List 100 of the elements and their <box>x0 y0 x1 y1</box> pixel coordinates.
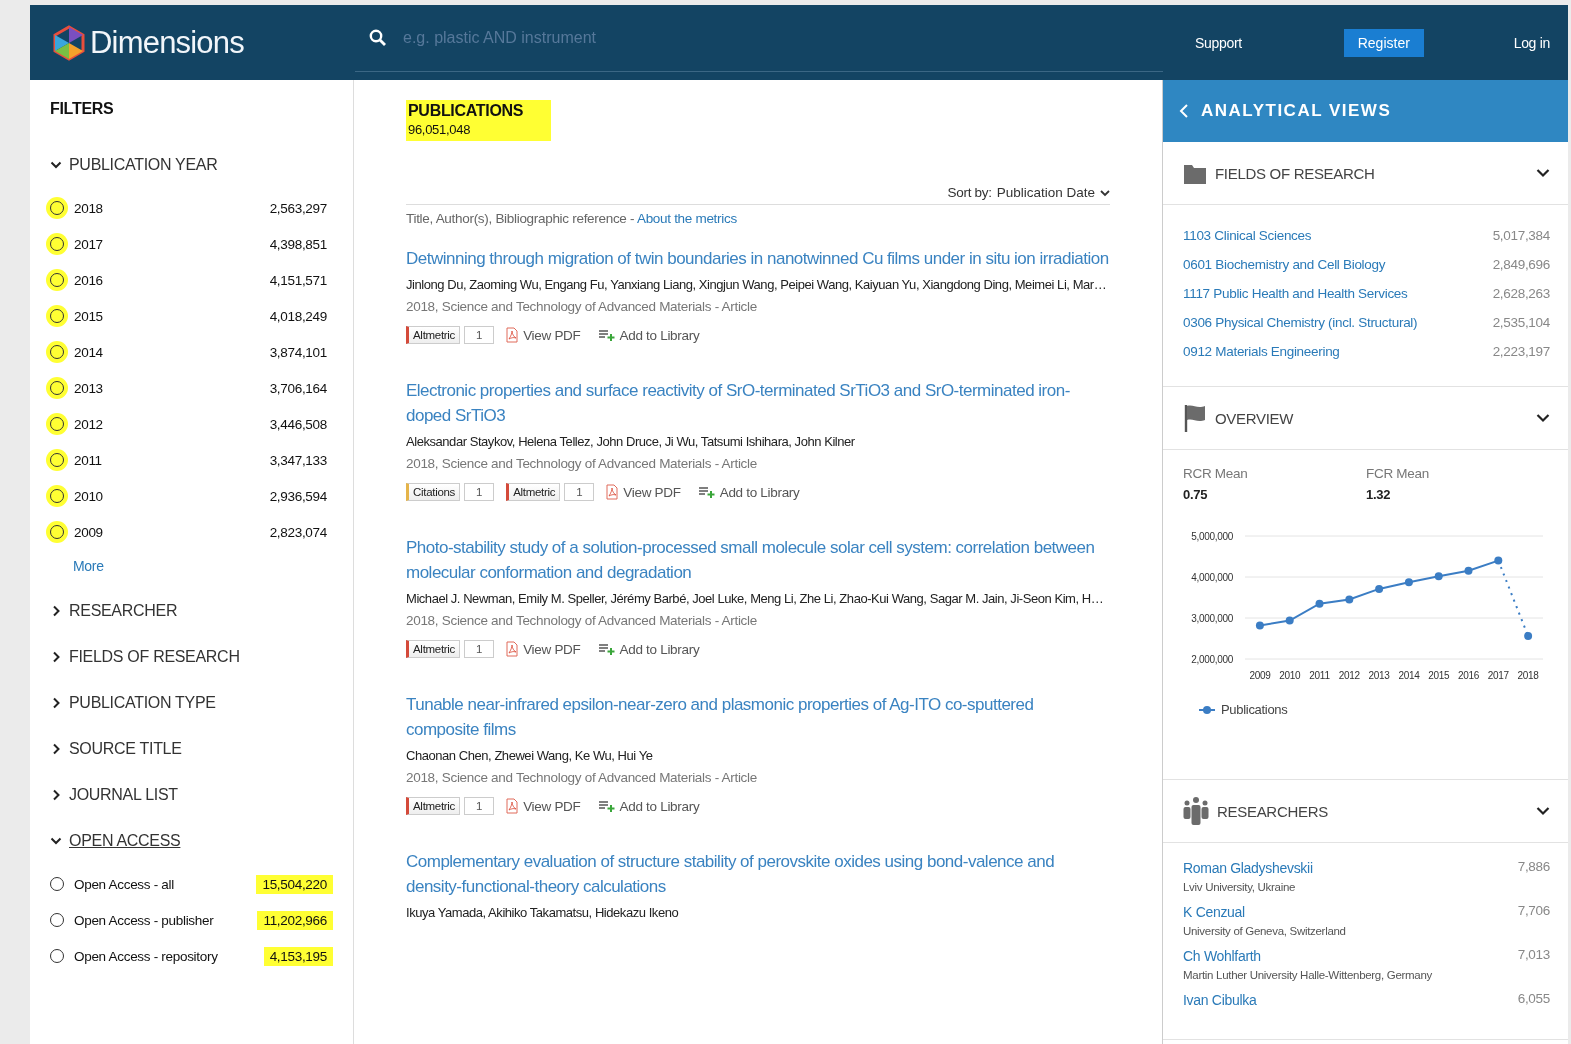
researcher-link[interactable]: K Cenzual <box>1183 904 1245 920</box>
radio-button[interactable] <box>50 309 64 323</box>
filter-option[interactable]: Open Access - repository 4,153,195 <box>50 938 353 974</box>
altmetric-badge[interactable]: Altmetric <box>406 640 461 658</box>
radio-button[interactable] <box>50 489 64 503</box>
field-link[interactable]: 0601 Biochemistry and Cell Biology <box>1183 257 1386 272</box>
option-count: 2,936,594 <box>268 487 328 506</box>
add-to-library-link[interactable]: Add to Library <box>598 641 700 657</box>
flag-icon <box>1183 403 1207 433</box>
chevron-down-icon <box>1536 413 1550 423</box>
option-label: Open Access - repository <box>74 948 219 964</box>
filter-option[interactable]: 2018 2,563,297 <box>50 190 353 226</box>
publication-meta: 2018, Science and Technology of Advanced Materials - Article <box>406 456 758 471</box>
filter-option[interactable]: 2015 4,018,249 <box>50 298 353 334</box>
publication-title-link[interactable]: Complementary evaluation of structure stability of perovskite oxides using bond-valence and density-functional-theory calculations <box>406 849 1110 899</box>
data-point <box>1404 578 1413 587</box>
search-icon <box>369 29 387 47</box>
axis-label: 2018 <box>1517 670 1539 681</box>
data-point <box>1464 566 1473 575</box>
researcher-count: 6,055 <box>1517 991 1550 1008</box>
results-count: 96,051,048 <box>408 122 472 137</box>
panel-header[interactable]: FIELDS OF RESEARCH <box>1163 142 1568 205</box>
nav-link[interactable]: Log in <box>1513 34 1550 51</box>
analytical-views-header[interactable]: ANALYTICAL VIEWS <box>1163 80 1568 142</box>
filter-option[interactable]: 2013 3,706,164 <box>50 370 353 406</box>
more-link[interactable]: More <box>73 558 353 574</box>
legend-item[interactable]: Publications <box>1199 702 1550 717</box>
badge-count: 1 <box>464 483 495 501</box>
researcher-link[interactable]: Ch Wohlfarth <box>1183 948 1261 964</box>
citations-badge[interactable]: Citations <box>406 483 461 501</box>
option-label: 2009 <box>74 524 104 540</box>
data-point <box>1524 632 1533 641</box>
panel-header[interactable]: OVERVIEW <box>1163 387 1568 450</box>
altmetric-badge[interactable]: Altmetric <box>406 797 461 815</box>
filter-option[interactable]: Open Access - publisher 11,202,966 <box>50 902 353 938</box>
publication-title-link[interactable]: Electronic properties and surface reactivity of SrO-terminated SrTiO3 and SrO-terminated iron-doped SrTiO3 <box>406 378 1110 428</box>
filter-option[interactable]: 2009 2,823,074 <box>50 514 353 550</box>
field-link[interactable]: 1103 Clinical Sciences <box>1183 228 1312 243</box>
option-label: Open Access - all <box>74 876 175 892</box>
about-metrics-link[interactable]: About the metrics <box>636 211 737 226</box>
option-count: 4,151,571 <box>268 271 328 290</box>
option-count: 3,874,101 <box>268 343 328 362</box>
view-pdf-link[interactable]: View PDF <box>506 327 581 343</box>
filter-option[interactable]: 2016 4,151,571 <box>50 262 353 298</box>
sort-dropdown[interactable]: Publication Date <box>996 185 1110 200</box>
filter-option[interactable]: Open Access - all 15,504,220 <box>50 866 353 902</box>
option-label: 2014 <box>74 344 104 360</box>
filter-option[interactable]: 2011 3,347,133 <box>50 442 353 478</box>
affiliation-text: Lviv University, Ukraine <box>1183 881 1297 893</box>
filter-option[interactable]: 2014 3,874,101 <box>50 334 353 370</box>
pdf-icon <box>506 327 519 343</box>
filter-section-toggle[interactable]: OPEN ACCESS <box>50 832 353 850</box>
filter-option[interactable]: 2010 2,936,594 <box>50 478 353 514</box>
axis-label: 2014 <box>1398 670 1420 681</box>
register-button[interactable]: Register <box>1343 28 1424 57</box>
filter-option[interactable]: 2017 4,398,851 <box>50 226 353 262</box>
filter-section-toggle[interactable]: FIELDS OF RESEARCH <box>50 648 353 666</box>
researcher-link[interactable]: Roman Gladyshevskii <box>1183 860 1313 876</box>
panel-header[interactable]: RESEARCHERS <box>1163 780 1568 843</box>
view-pdf-link[interactable]: View PDF <box>506 641 581 657</box>
axis-label: 2016 <box>1458 670 1479 681</box>
filter-option[interactable]: 2012 3,446,508 <box>50 406 353 442</box>
filter-section-toggle[interactable]: PUBLICATION YEAR <box>50 156 353 174</box>
nav-link[interactable]: Support <box>1195 34 1242 51</box>
analytical-views-title: ANALYTICAL VIEWS <box>1201 101 1392 121</box>
filter-section-toggle[interactable]: JOURNAL LIST <box>50 786 353 804</box>
option-count: 3,446,508 <box>268 415 328 434</box>
radio-button[interactable] <box>50 345 64 359</box>
publication-title-link[interactable]: Detwinning through migration of twin boundaries in nanotwinned Cu films under in situ ion irradiation <box>406 246 1110 271</box>
back-chevron-icon <box>1179 103 1189 119</box>
publication-title-link[interactable]: Tunable near-infrared epsilon-near-zero and plasmonic properties of Ag-ITO co-sputtered composite films <box>406 692 1110 742</box>
filter-section-toggle[interactable]: RESEARCHER <box>50 602 353 620</box>
radio-button[interactable] <box>50 381 64 395</box>
radio-button[interactable] <box>50 273 64 287</box>
search-field[interactable]: e.g. plastic AND instrument <box>401 28 905 48</box>
field-link[interactable]: 0306 Physical Chemistry (incl. Structural) <box>1183 315 1418 330</box>
option-count: 15,504,220 <box>256 874 333 894</box>
option-count: 2,823,074 <box>268 523 328 542</box>
radio-button[interactable] <box>50 201 64 215</box>
radio-button[interactable] <box>50 237 64 251</box>
data-point <box>1255 621 1264 630</box>
filter-section-toggle[interactable]: SOURCE TITLE <box>50 740 353 758</box>
field-link[interactable]: 1117 Public Health and Health Services <box>1183 286 1408 301</box>
researcher-link[interactable]: Ivan Cibulka <box>1183 992 1257 1008</box>
add-to-library-link[interactable]: Add to Library <box>698 484 800 500</box>
add-list-icon <box>698 486 715 498</box>
view-pdf-link[interactable]: View PDF <box>606 484 681 500</box>
filter-section-toggle[interactable]: PUBLICATION TYPE <box>50 694 353 712</box>
altmetric-badge[interactable]: Altmetric <box>406 326 461 344</box>
radio-button[interactable] <box>50 453 64 467</box>
radio-button[interactable] <box>50 525 64 539</box>
add-to-library-link[interactable]: Add to Library <box>598 798 700 814</box>
add-to-library-link[interactable]: Add to Library <box>598 327 700 343</box>
altmetric-badge[interactable]: Altmetric <box>506 483 561 501</box>
publication-title-link[interactable]: Photo-stability study of a solution-processed small molecule solar cell system: correlation between molecular conformation and degradation <box>406 535 1110 585</box>
field-link[interactable]: 0912 Materials Engineering <box>1183 344 1340 359</box>
badge-count: 1 <box>464 326 495 344</box>
view-pdf-link[interactable]: View PDF <box>506 798 581 814</box>
radio-button[interactable] <box>50 417 64 431</box>
axis-label: 2009 <box>1249 670 1271 681</box>
